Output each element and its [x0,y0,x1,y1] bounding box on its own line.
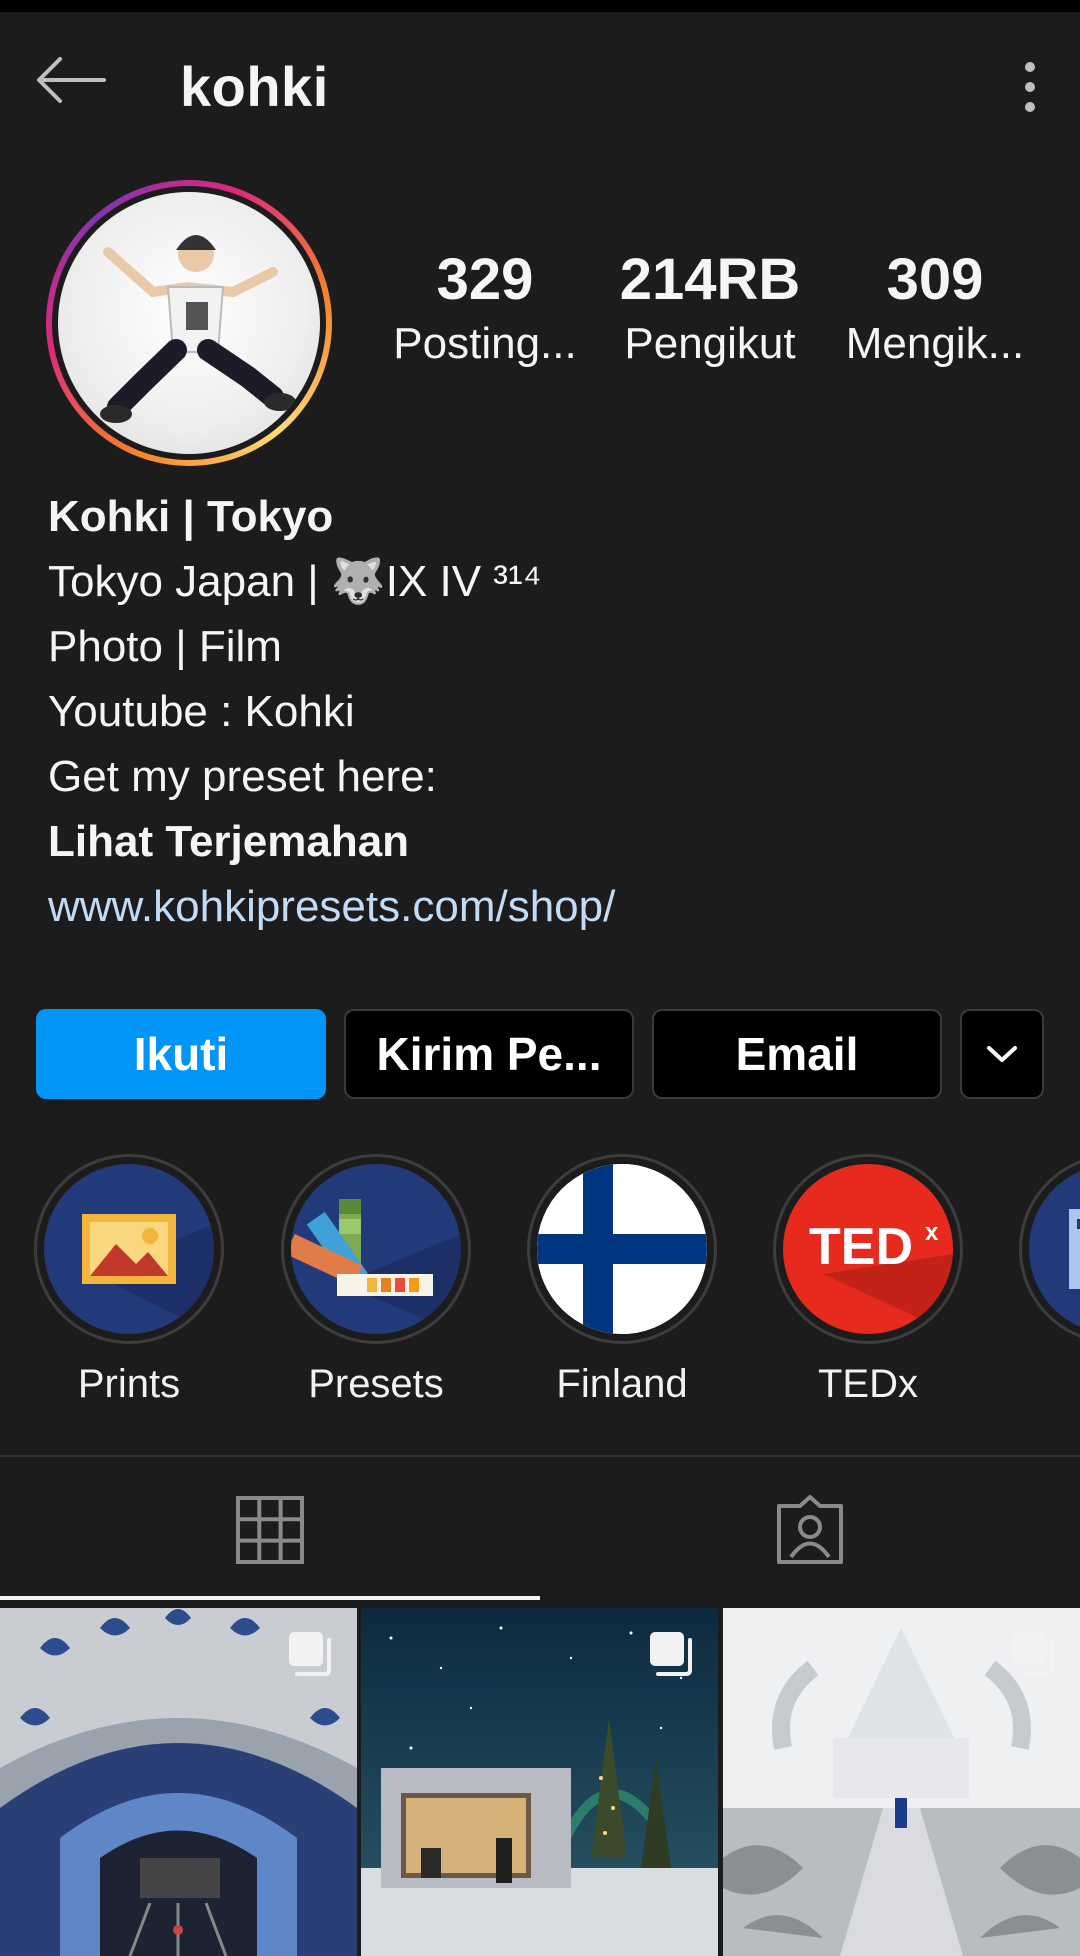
grid-post[interactable] [361,1608,718,1956]
multi-photo-icon [1012,1632,1054,1676]
vertical-dots-icon [1025,62,1035,112]
stat-posts[interactable]: 329 Posting... [380,247,590,369]
see-translation-link[interactable]: Lihat Terjemahan [48,809,1048,874]
top-bar: kohki [0,12,1080,162]
back-arrow-icon [37,57,106,103]
picture-frame-icon [82,1214,214,1334]
stat-followers-label: Pengikut [624,318,796,368]
bio-line: Get my preset here: [48,752,437,801]
stat-following-label: Mengik... [845,318,1025,368]
stat-following-count: 309 [886,247,984,312]
profile-stats: 329 Posting... 214RB Pengikut 309 Mengik… [380,247,1040,369]
tedx-superscript: x [925,1219,939,1246]
highlight-label: N [1019,1362,1080,1407]
highlight-partial[interactable]: N [1019,1154,1080,1407]
grid-icon [236,1495,304,1564]
tab-tagged[interactable] [540,1457,1080,1602]
status-bar [0,0,1080,12]
multi-photo-icon [650,1632,692,1676]
tab-posts-grid[interactable] [0,1457,540,1602]
tagged-person-icon [777,1494,843,1564]
multi-photo-icon [289,1632,331,1676]
avatar [58,192,320,454]
avatar-story-ring[interactable] [46,180,332,466]
highlight-presets[interactable]: Presets [281,1154,471,1407]
more-options-button[interactable] [1010,52,1050,122]
message-button[interactable]: Kirim Pe... [344,1009,634,1099]
profile-display-name: Kohki | Tokyo [48,492,334,541]
profile-bio: Kohki | Tokyo Tokyo Japan | 🐺IX IV ³¹⁴ P… [48,484,1048,939]
bio-website-link[interactable]: www.kohkipresets.com/shop/ [48,874,1048,939]
back-button[interactable] [30,50,110,110]
suggested-accounts-button[interactable] [960,1009,1044,1099]
highlight-label: Finland [556,1362,688,1406]
tedx-text: TED [809,1218,913,1276]
profile-username: kohki [180,55,329,118]
highlight-label: TEDx [818,1362,918,1406]
color-swatch-icon [291,1199,461,1334]
stat-following[interactable]: 309 Mengik... [830,247,1040,369]
avatar-jumping-person-image [100,235,296,423]
bio-line: Tokyo Japan | 🐺IX IV ³¹⁴ [48,557,542,606]
partial-highlight-icon [1069,1209,1080,1289]
stat-followers-count: 214RB [619,247,801,312]
follow-button[interactable]: Ikuti [36,1009,326,1099]
highlight-prints[interactable]: Prints [34,1154,224,1407]
highlight-finland[interactable]: Finland [527,1154,717,1407]
highlight-label: Prints [77,1362,181,1406]
story-highlights: Prints Presets Finland TED x TEDx [0,1154,1080,1414]
stat-followers[interactable]: 214RB Pengikut [605,247,815,369]
chevron-down-icon [987,1046,1017,1062]
grid-post[interactable] [0,1608,357,1956]
bio-line: Youtube : Kohki [48,687,355,736]
highlight-label: Presets [308,1362,444,1406]
active-tab-indicator [0,1596,540,1600]
finland-flag-icon [537,1164,707,1334]
profile-tabs [0,1457,1080,1602]
profile-actions: Ikuti Kirim Pe... Email [36,1009,1044,1099]
stat-posts-count: 329 [436,247,534,312]
highlight-tedx[interactable]: TED x TEDx [773,1154,963,1407]
tedx-logo-icon: TED x [809,1218,953,1334]
stat-posts-label: Posting... [393,318,577,368]
bio-line: Photo | Film [48,622,282,671]
grid-post[interactable] [723,1608,1080,1956]
email-button[interactable]: Email [652,1009,942,1099]
posts-grid [0,1608,1080,1956]
